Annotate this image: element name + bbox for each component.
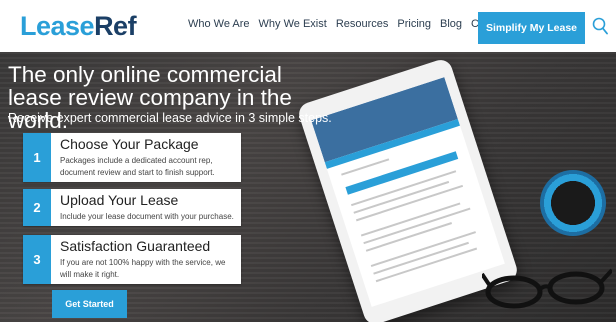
logo-text-lease: Lease xyxy=(20,11,95,41)
step-card-3: 3 Satisfaction Guaranteed If you are not… xyxy=(23,235,241,284)
nav-blog[interactable]: Blog xyxy=(440,18,462,30)
step-card-1: 1 Choose Your Package Packages include a… xyxy=(23,133,241,182)
logo[interactable]: Lease Ref xyxy=(20,9,137,43)
nav-who-we-are[interactable]: Who We Are xyxy=(188,18,250,30)
page: Lease Ref Who We Are Why We Exist Resour… xyxy=(0,0,616,322)
site-header: Lease Ref Who We Are Why We Exist Resour… xyxy=(0,0,616,52)
coffee-cup-image xyxy=(540,170,606,236)
step-description: Include your lease document with your pu… xyxy=(60,212,234,221)
step-description: If you are not 100% happy with the servi… xyxy=(60,258,226,279)
step-number: 1 xyxy=(23,133,51,182)
hero: The only online commercial lease review … xyxy=(0,52,616,322)
step-number: 2 xyxy=(23,189,51,226)
step-card-2: 2 Upload Your Lease Include your lease d… xyxy=(23,189,241,226)
step-title: Upload Your Lease xyxy=(60,192,179,208)
search-icon[interactable] xyxy=(592,17,608,35)
nav-pricing[interactable]: Pricing xyxy=(397,18,431,30)
step-description: Packages include a dedicated account rep… xyxy=(60,156,215,177)
main-nav: Who We Are Why We Exist Resources Pricin… xyxy=(188,18,518,30)
hero-subtitle: Receive expert commercial lease advice i… xyxy=(8,111,332,125)
step-title: Choose Your Package xyxy=(60,136,199,152)
logo-text-ref: Ref xyxy=(94,11,137,41)
get-started-button[interactable]: Get Started xyxy=(52,290,127,318)
eyeglasses-image xyxy=(482,268,612,309)
nav-why-we-exist[interactable]: Why We Exist xyxy=(259,18,327,30)
tablet-screen xyxy=(311,77,505,307)
step-title: Satisfaction Guaranteed xyxy=(60,238,211,254)
nav-resources[interactable]: Resources xyxy=(336,18,389,30)
simplify-my-lease-button[interactable]: Simplify My Lease xyxy=(478,12,585,44)
step-number: 3 xyxy=(23,235,51,284)
